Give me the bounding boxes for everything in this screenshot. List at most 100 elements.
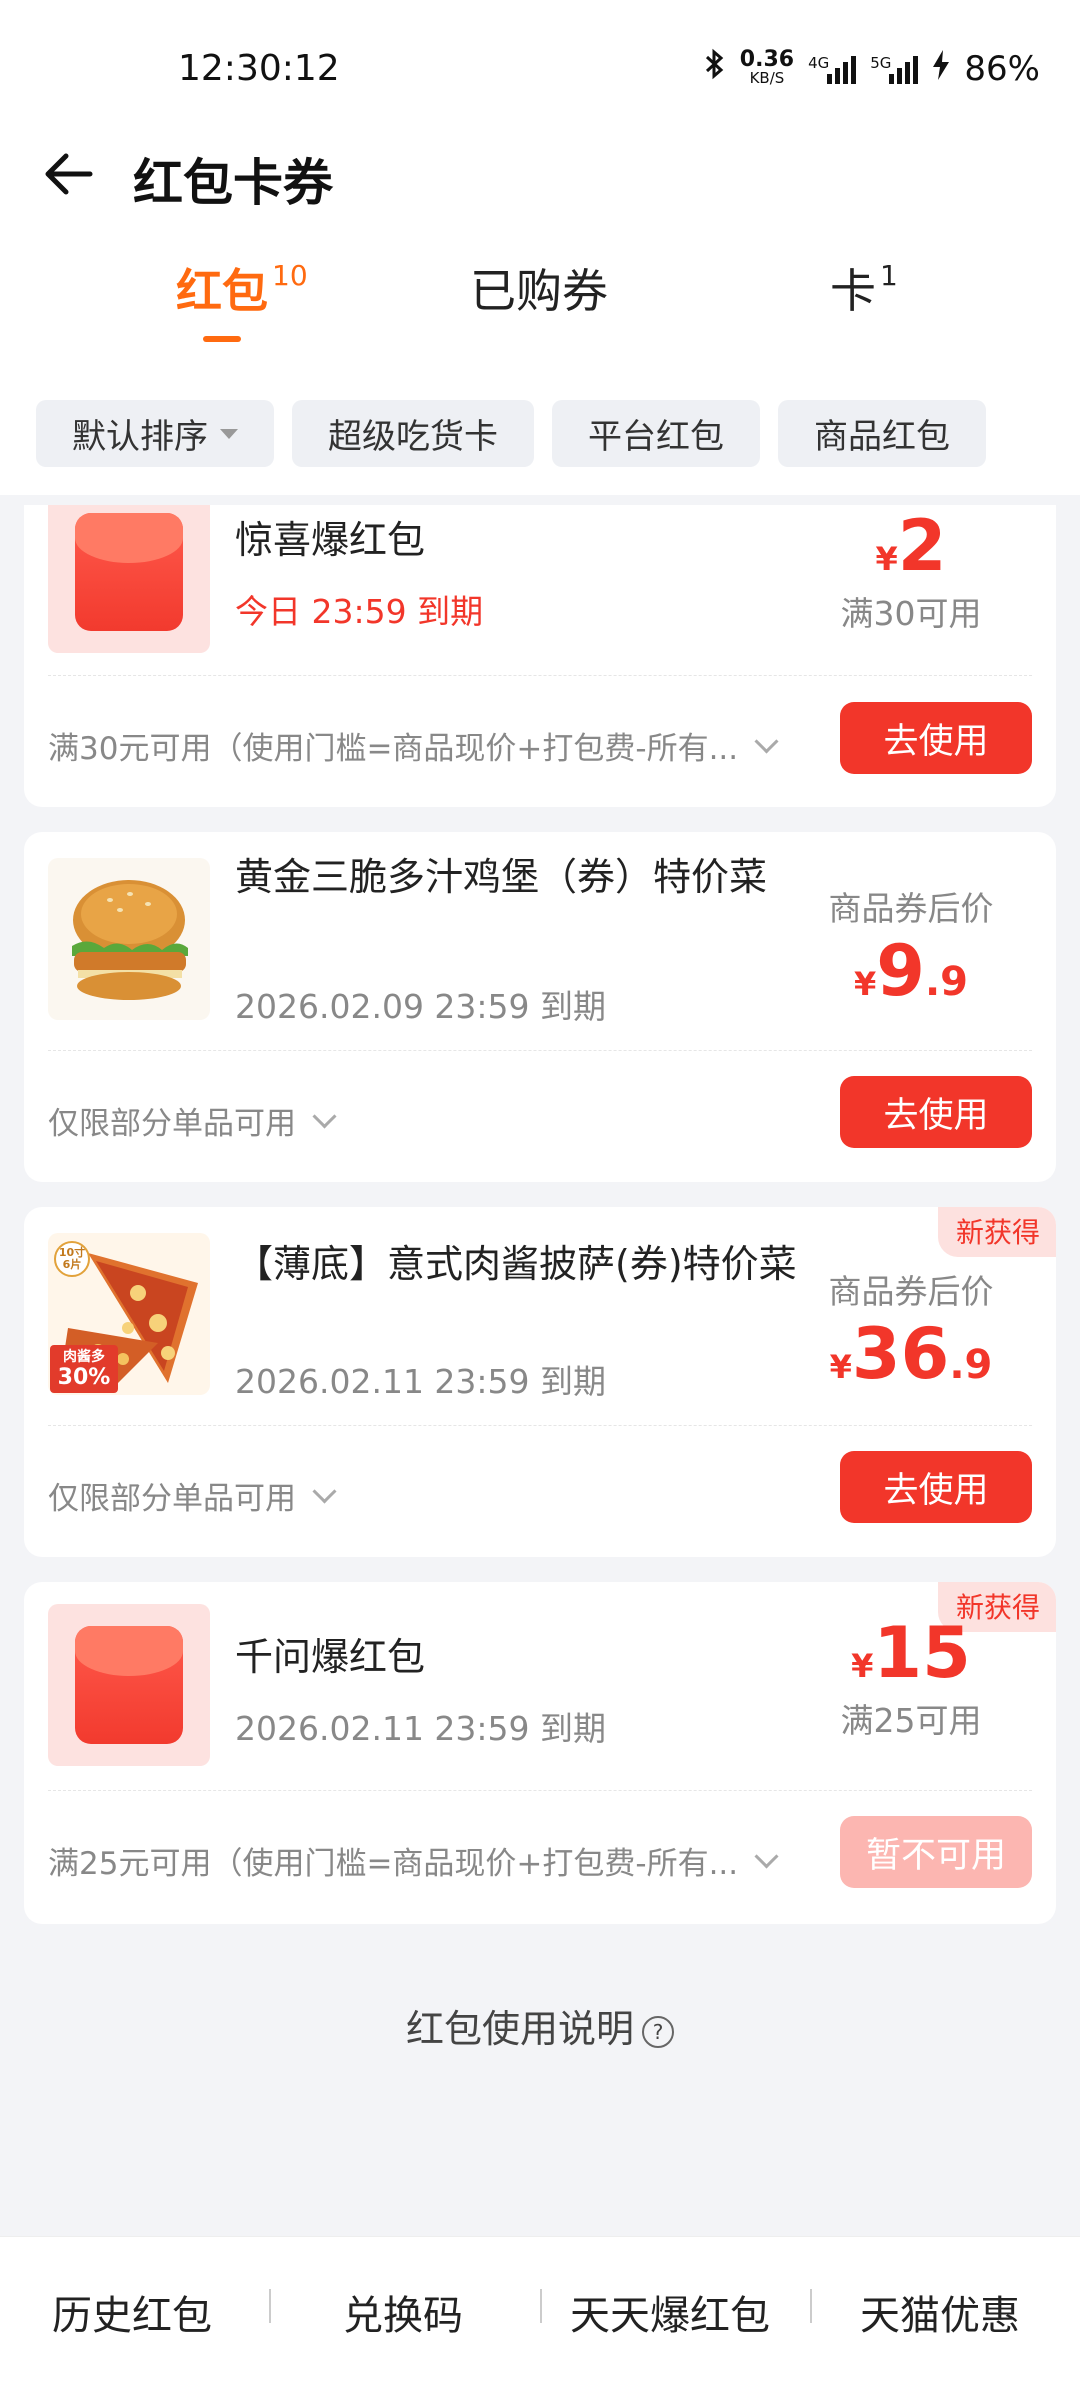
chevron-down-icon bbox=[312, 1479, 337, 1504]
filter-label: 超级吃货卡 bbox=[328, 417, 498, 457]
price-decimal: .9 bbox=[924, 959, 968, 1005]
pizza-promo-tag: 肉酱多 30% bbox=[50, 1345, 118, 1393]
tab-purchased-coupons[interactable]: 已购券 bbox=[470, 255, 608, 321]
tab-label: 已购券 bbox=[470, 264, 608, 318]
currency-symbol: ¥ bbox=[829, 1348, 852, 1386]
coupon-expire: 2026.02.11 23:59 到期 bbox=[235, 1362, 607, 1401]
net-type-5g: 5G bbox=[870, 53, 892, 72]
price-value: 36 bbox=[851, 1313, 950, 1395]
price-value: 2 bbox=[897, 505, 947, 587]
coupon-title: 惊喜爆红包 bbox=[235, 518, 426, 562]
rule-text: 满30元可用（使用门槛=商品现价+打包费-所有... bbox=[48, 731, 739, 767]
currency-symbol: ¥ bbox=[851, 1647, 874, 1685]
rule-text: 仅限部分单品可用 bbox=[48, 1481, 296, 1517]
daily-packet-link[interactable]: 天天爆红包 bbox=[570, 2283, 770, 2341]
back-arrow-icon[interactable] bbox=[40, 150, 96, 198]
coupon-price: ¥2 满30可用 bbox=[796, 505, 1026, 635]
coupon-card: 惊喜爆红包 今日 23:59 到期 ¥2 满30可用 满30元可用（使用门槛=商… bbox=[24, 505, 1056, 807]
coupon-expire: 今日 23:59 到期 bbox=[235, 592, 484, 631]
status-bar: 12:30:12 0.36 KB/S 4G 5G 86% bbox=[0, 0, 1080, 145]
net-speed-value: 0.36 bbox=[739, 46, 795, 72]
page-title: 红包卡券 bbox=[133, 154, 333, 212]
net-speed: 0.36 KB/S bbox=[739, 46, 795, 87]
coupon-price: ¥15 满25可用 bbox=[796, 1612, 1026, 1742]
status-icons: 0.36 KB/S 4G 5G 86% bbox=[704, 48, 1040, 89]
coupon-expire: 2026.02.09 23:59 到期 bbox=[235, 987, 607, 1026]
price-label: 商品券后价 bbox=[828, 889, 994, 928]
filter-platform-packet[interactable]: 平台红包 bbox=[552, 400, 760, 467]
rule-text: 满25元可用（使用门槛=商品现价+打包费-所有... bbox=[48, 1846, 739, 1882]
redeem-code-link[interactable]: 兑换码 bbox=[343, 2283, 463, 2341]
use-button[interactable]: 去使用 bbox=[840, 1076, 1032, 1148]
bottom-bar: 历史红包 兑换码 天天爆红包 天猫优惠 bbox=[0, 2236, 1080, 2401]
coupon-card: 新获得 10寸 6片 肉酱多 30% 【薄底】意式肉酱披萨(券)特价菜 2026… bbox=[24, 1207, 1056, 1557]
filter-label: 默认排序 bbox=[72, 417, 208, 457]
filter-label: 商品红包 bbox=[814, 417, 950, 457]
tab-bar: 红包 10 已购券 卡1 bbox=[0, 255, 1080, 340]
filter-foodie-card[interactable]: 超级吃货卡 bbox=[292, 400, 534, 467]
signal-4g-icon: 4G bbox=[808, 53, 857, 84]
coupon-title: 黄金三脆多汁鸡堡（券）特价菜 bbox=[235, 855, 768, 899]
coupon-rule[interactable]: 仅限部分单品可用 bbox=[48, 1098, 337, 1143]
price-decimal: .9 bbox=[949, 1342, 993, 1388]
pizza-promo-text: 肉酱多 bbox=[63, 1349, 105, 1365]
signal-5g-icon: 5G bbox=[870, 53, 919, 84]
help-label: 红包使用说明 bbox=[405, 2007, 634, 2051]
price-condition: 满30可用 bbox=[840, 594, 982, 633]
red-envelope-icon bbox=[48, 1604, 210, 1766]
divider bbox=[48, 1790, 1032, 1791]
tab-label: 卡 bbox=[830, 264, 876, 318]
caret-down-icon bbox=[220, 428, 238, 439]
tmall-deals-link[interactable]: 天猫优惠 bbox=[860, 2283, 1020, 2341]
unavailable-button[interactable]: 暂不可用 bbox=[840, 1816, 1032, 1888]
filter-product-packet[interactable]: 商品红包 bbox=[778, 400, 986, 467]
price-condition: 满25可用 bbox=[840, 1701, 982, 1740]
coupon-title: 千问爆红包 bbox=[235, 1635, 426, 1679]
use-button[interactable]: 去使用 bbox=[840, 702, 1032, 774]
coupon-expire: 2026.02.11 23:59 到期 bbox=[235, 1709, 607, 1748]
tab-indicator bbox=[203, 336, 241, 342]
rule-text: 仅限部分单品可用 bbox=[48, 1106, 296, 1142]
filter-bar: 默认排序 超级吃货卡 平台红包 商品红包 bbox=[36, 400, 986, 467]
separator bbox=[810, 2289, 812, 2323]
net-type-4g: 4G bbox=[808, 53, 830, 72]
charging-icon bbox=[932, 49, 950, 89]
red-packet-help-link[interactable]: 红包使用说明? bbox=[0, 1998, 1080, 2053]
separator bbox=[540, 2289, 542, 2323]
pizza-promo-pct: 30% bbox=[57, 1365, 111, 1390]
history-packets-link[interactable]: 历史红包 bbox=[52, 2283, 212, 2341]
coupon-rule[interactable]: 满25元可用（使用门槛=商品现价+打包费-所有... bbox=[48, 1838, 779, 1883]
use-button[interactable]: 去使用 bbox=[840, 1451, 1032, 1523]
price-label: 商品券后价 bbox=[828, 1272, 994, 1311]
tab-cards[interactable]: 卡1 bbox=[830, 255, 898, 321]
pizza-slices-label: 6片 bbox=[62, 1258, 82, 1271]
divider bbox=[48, 1050, 1032, 1051]
coupon-price: 商品券后价 ¥9.9 bbox=[796, 882, 1026, 1012]
divider bbox=[48, 675, 1032, 676]
burger-image bbox=[48, 858, 210, 1020]
chevron-down-icon bbox=[754, 1844, 779, 1869]
coupon-price: 商品券后价 ¥36.9 bbox=[796, 1265, 1026, 1395]
coupon-rule[interactable]: 满30元可用（使用门槛=商品现价+打包费-所有... bbox=[48, 723, 779, 768]
bluetooth-icon bbox=[704, 48, 726, 89]
coupon-rule[interactable]: 仅限部分单品可用 bbox=[48, 1473, 337, 1518]
separator bbox=[269, 2289, 271, 2323]
tab-label: 红包 bbox=[176, 264, 268, 318]
status-time: 12:30:12 bbox=[178, 48, 340, 89]
question-circle-icon: ? bbox=[642, 2015, 674, 2048]
red-envelope-icon bbox=[48, 505, 210, 653]
currency-symbol: ¥ bbox=[875, 540, 898, 578]
tab-count: 1 bbox=[880, 259, 898, 292]
tab-count: 10 bbox=[272, 259, 308, 292]
currency-symbol: ¥ bbox=[853, 965, 877, 1003]
price-value: 15 bbox=[873, 1612, 971, 1694]
price-value: 9 bbox=[876, 930, 925, 1012]
battery-percent: 86% bbox=[964, 48, 1040, 89]
chevron-down-icon bbox=[754, 729, 779, 754]
filter-sort[interactable]: 默认排序 bbox=[36, 400, 274, 467]
tab-red-packet[interactable]: 红包 10 bbox=[176, 255, 308, 321]
pizza-image: 10寸 6片 肉酱多 30% bbox=[48, 1233, 210, 1395]
coupon-title: 【薄底】意式肉酱披萨(券)特价菜 bbox=[235, 1242, 797, 1286]
coupon-card: 新获得 千问爆红包 2026.02.11 23:59 到期 ¥15 满25可用 … bbox=[24, 1582, 1056, 1924]
coupon-card: 黄金三脆多汁鸡堡（券）特价菜 2026.02.09 23:59 到期 商品券后价… bbox=[24, 832, 1056, 1182]
